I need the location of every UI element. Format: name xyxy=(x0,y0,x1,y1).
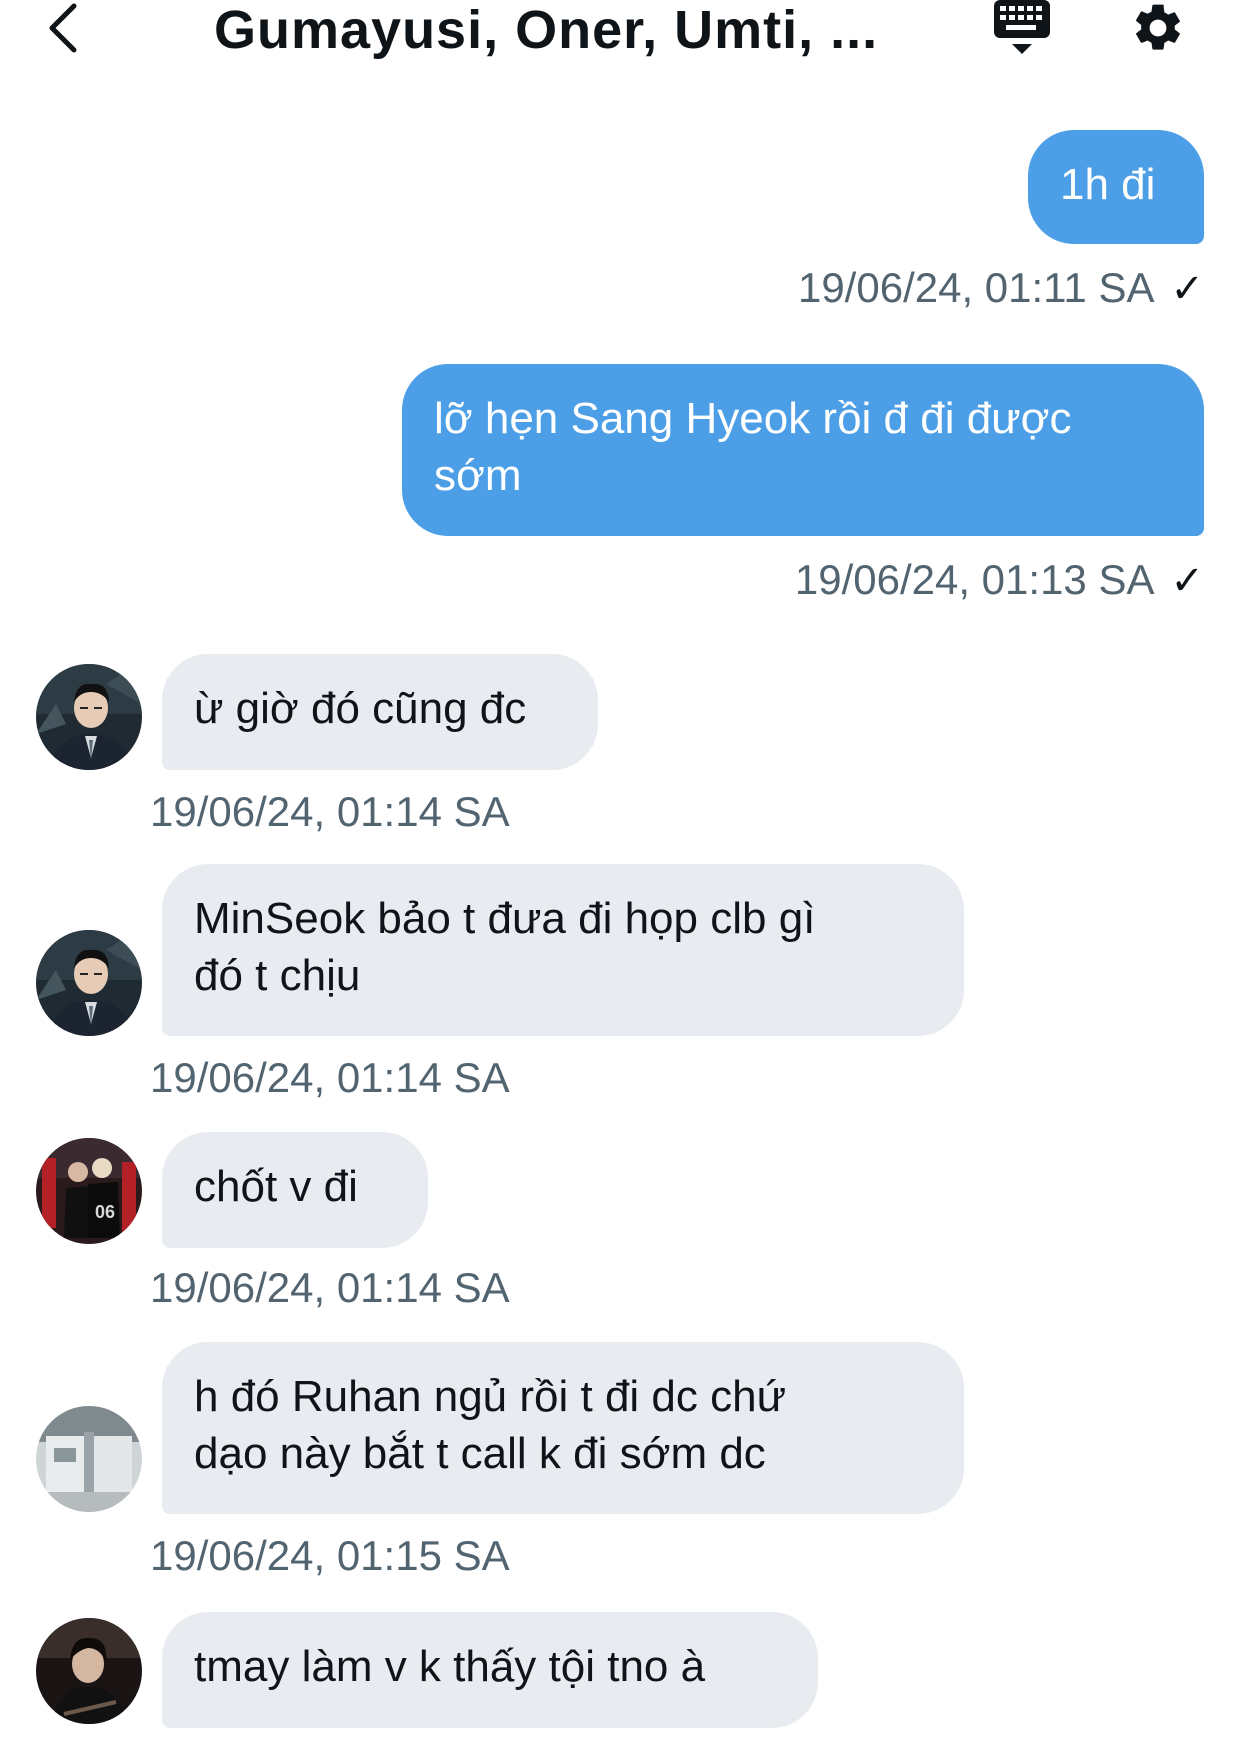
timestamp-text: 19/06/24, 01:13 SA xyxy=(794,556,1155,603)
svg-text:06: 06 xyxy=(95,1202,115,1222)
message-timestamp: 19/06/24, 01:14 SA xyxy=(150,1054,510,1101)
avatar[interactable]: 06 xyxy=(36,1138,142,1244)
message-bubble-incoming[interactable]: tmay làm v k thấy tội tno à xyxy=(162,1612,818,1728)
avatar[interactable] xyxy=(36,1406,142,1512)
avatar-image xyxy=(36,1406,142,1512)
settings-button[interactable] xyxy=(1130,0,1194,60)
avatar-image xyxy=(36,664,142,770)
message-bubble-incoming[interactable]: ừ giờ đó cũng đc xyxy=(162,654,598,770)
keyboard-button[interactable] xyxy=(990,0,1054,60)
message-timestamp: 19/06/24, 01:11 SA ✓ xyxy=(798,262,1204,315)
conversation-header: Gumayusi, Oner, Umti, ... xyxy=(0,0,1242,64)
message-bubble-outgoing[interactable]: 1h đi xyxy=(1028,130,1204,244)
avatar[interactable] xyxy=(36,1618,142,1724)
message-timestamp: 19/06/24, 01:14 SA xyxy=(150,788,510,835)
avatar[interactable] xyxy=(36,664,142,770)
timestamp-text: 19/06/24, 01:11 SA xyxy=(797,264,1155,311)
avatar[interactable] xyxy=(36,930,142,1036)
conversation-title[interactable]: Gumayusi, Oner, Umti, ... xyxy=(214,0,878,60)
avatar-image: 06 xyxy=(36,1138,142,1244)
keyboard-icon xyxy=(994,0,1050,54)
avatar-image xyxy=(36,930,142,1036)
chevron-left-icon xyxy=(49,3,77,53)
message-timestamp: 19/06/24, 01:13 SA ✓ xyxy=(795,554,1204,607)
message-timestamp: 19/06/24, 01:15 SA xyxy=(150,1532,510,1579)
message-bubble-outgoing[interactable]: lỡ hẹn Sang Hyeok rồi đ đi được sớm xyxy=(402,364,1204,536)
message-bubble-incoming[interactable]: h đó Ruhan ngủ rồi t đi dc chứ dạo này b… xyxy=(162,1342,964,1514)
gear-icon xyxy=(1136,4,1180,50)
message-timestamp: 19/06/24, 01:14 SA xyxy=(150,1264,510,1311)
checkmark-icon: ✓ xyxy=(1170,559,1204,603)
message-bubble-incoming[interactable]: chốt v đi xyxy=(162,1132,428,1248)
message-bubble-incoming[interactable]: MinSeok bảo t đưa đi họp clb gì đó t chị… xyxy=(162,864,964,1036)
checkmark-icon: ✓ xyxy=(1170,267,1204,311)
back-button[interactable] xyxy=(36,0,92,60)
avatar-image xyxy=(36,1618,142,1724)
